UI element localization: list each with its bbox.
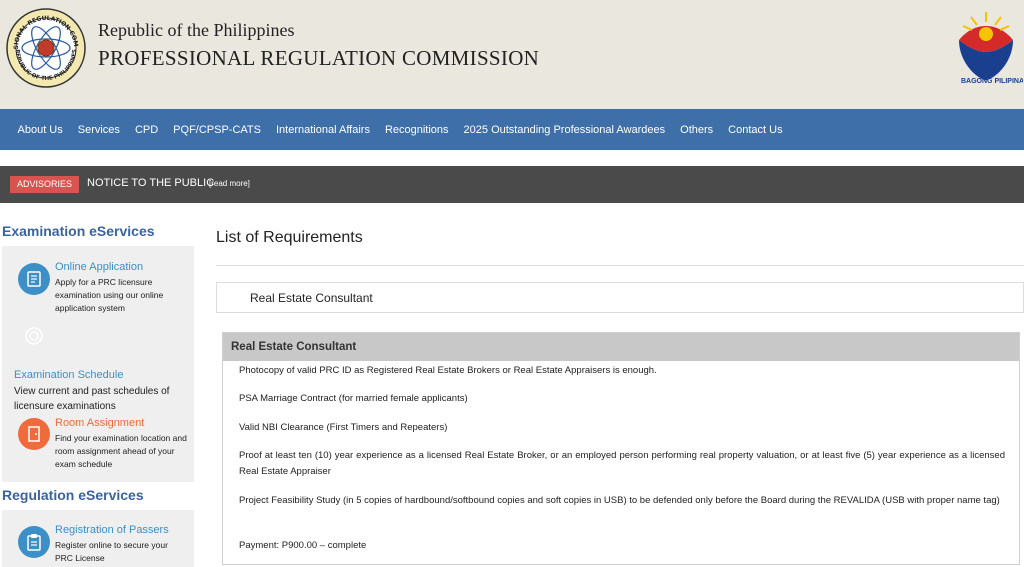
requirement-item: Photocopy of valid PRC ID as Registered … (239, 365, 657, 376)
advisory-notice[interactable]: NOTICE TO THE PUBLIC (87, 177, 214, 189)
requirement-item: Proof at least ten (10) year experience … (239, 450, 1005, 477)
door-icon[interactable] (18, 418, 50, 450)
nav-contact-us[interactable]: Contact Us (721, 124, 790, 136)
registration-of-passers-link[interactable]: Registration of Passers (55, 524, 169, 536)
room-assignment-desc: Find your examination location and room … (55, 433, 187, 469)
online-application-link[interactable]: Online Application (55, 261, 143, 273)
bagong-pilipinas-logo[interactable] (953, 8, 1019, 88)
nav-cpd[interactable]: CPD (127, 124, 165, 136)
bagong-pilipinas-text: BAGONG PILIPINAS (961, 78, 1023, 85)
site-header: PROFESSIONAL REGULATION COMMISSION REPUB… (0, 0, 1024, 109)
commission-title: PROFESSIONAL REGULATION COMMISSION (98, 46, 540, 70)
nav-pqf[interactable]: PQF/CPSP-CATS (166, 124, 269, 136)
nav-international-affairs[interactable]: International Affairs (268, 124, 377, 136)
requirement-item: Payment: P900.00 – complete (239, 540, 367, 551)
requirement-item: Project Feasibility Study (in 5 copies o… (239, 495, 1000, 506)
read-more-link[interactable]: [read more] (209, 179, 250, 188)
exam-schedule-desc: View current and past schedules of licen… (14, 386, 170, 412)
application-form-icon[interactable] (18, 263, 50, 295)
requirements-panel-title: Real Estate Consultant (223, 333, 1019, 361)
nav-others[interactable]: Others (673, 124, 721, 136)
advisories-badge[interactable]: ADVISORIES (10, 176, 80, 193)
exam-eservices-box: Online Application Apply for a PRC licen… (2, 246, 194, 482)
exam-eservices-title: Examination eServices (2, 223, 155, 239)
nav-awardees[interactable]: 2025 Outstanding Professional Awardees (456, 124, 673, 136)
profession-select-value: Real Estate Consultant (250, 291, 373, 305)
reg-eservices-title: Regulation eServices (2, 487, 144, 503)
nav-recognitions[interactable]: Recognitions (377, 124, 456, 136)
requirement-item: PSA Marriage Contract (for married femal… (239, 393, 468, 404)
advisory-bar: ADVISORIES NOTICE TO THE PUBLIC [read mo… (0, 166, 1024, 203)
online-application-desc: Apply for a PRC licensure examination us… (55, 277, 164, 313)
title-divider (216, 265, 1024, 266)
clipboard-icon[interactable] (18, 526, 50, 558)
exam-schedule-link[interactable]: Examination Schedule (14, 369, 123, 381)
nav-about-us[interactable]: About Us (10, 124, 70, 136)
requirement-item: Valid NBI Clearance (First Timers and Re… (239, 422, 448, 433)
main-nav: About Us Services CPD PQF/CPSP-CATS Inte… (0, 109, 1024, 150)
registration-of-passers-desc: Register online to secure your PRC Licen… (55, 540, 168, 563)
room-assignment-link[interactable]: Room Assignment (55, 417, 144, 429)
nav-services[interactable]: Services (70, 124, 127, 136)
republic-label: Republic of the Philippines (98, 20, 295, 40)
prc-seal-icon[interactable]: PROFESSIONAL REGULATION COMMISSION REPUB… (6, 8, 86, 88)
page-title: List of Requirements (216, 229, 363, 246)
calendar-icon[interactable] (18, 320, 50, 352)
profession-select[interactable]: Real Estate Consultant (216, 282, 1024, 313)
reg-eservices-box: Registration of Passers Register online … (2, 510, 194, 567)
requirements-panel: Real Estate Consultant Photocopy of vali… (222, 332, 1020, 565)
